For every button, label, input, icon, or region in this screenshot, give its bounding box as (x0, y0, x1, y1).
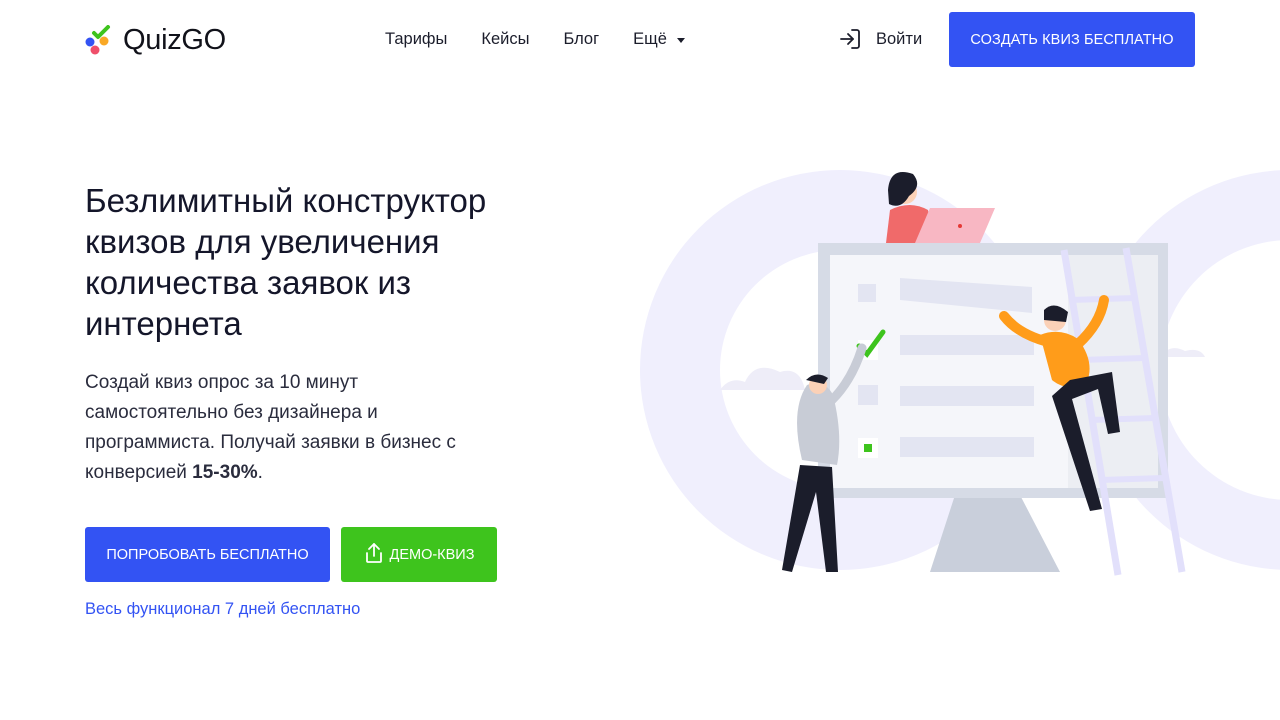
logo-icon (85, 25, 113, 55)
demo-quiz-button[interactable]: ДЕМО-КВИЗ (341, 527, 497, 582)
trial-info-link[interactable]: Весь функционал 7 дней бесплатно (85, 600, 360, 619)
main-nav: Тарифы Кейсы Блог Ещё (385, 28, 685, 50)
hero-description: Создай квиз опрос за 10 минут самостояте… (85, 368, 505, 488)
nav-item-cases[interactable]: Кейсы (481, 28, 529, 50)
hero-illustration (570, 160, 1280, 590)
login-label: Войти (876, 29, 923, 48)
logo-text: QuizGO (123, 23, 226, 56)
try-free-button[interactable]: ПОПРОБОВАТЬ БЕСПЛАТНО (85, 527, 330, 582)
hero-description-text: Создай квиз опрос за 10 минут самостояте… (85, 372, 456, 483)
nav-item-more[interactable]: Ещё (633, 28, 685, 50)
login-icon (838, 27, 862, 51)
login-link[interactable]: Войти (838, 27, 922, 51)
nav-item-pricing[interactable]: Тарифы (385, 28, 447, 50)
logo[interactable]: QuizGO (85, 24, 226, 56)
create-quiz-button[interactable]: СОЗДАТЬ КВИЗ БЕСПЛАТНО (949, 12, 1195, 67)
nav-item-more-label: Ещё (633, 29, 667, 48)
chevron-down-icon (676, 37, 685, 43)
conversion-highlight: 15-30% (192, 462, 258, 483)
hero-title: Безлимитный конструктор квизов для увели… (85, 182, 487, 342)
demo-quiz-label: ДЕМО-КВИЗ (389, 546, 475, 563)
hero-description-end: . (257, 462, 263, 483)
nav-item-blog[interactable]: Блог (563, 28, 599, 50)
share-icon (364, 542, 384, 568)
